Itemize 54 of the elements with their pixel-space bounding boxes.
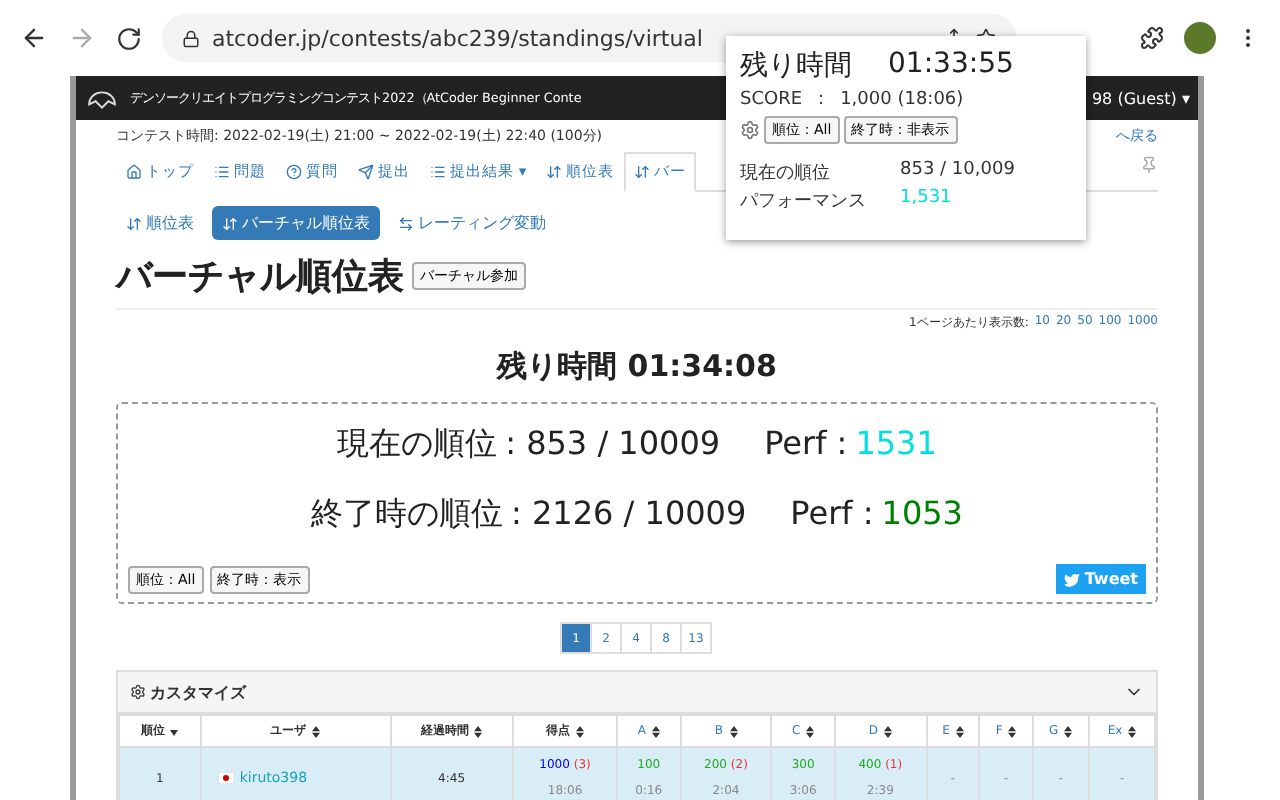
settings-icon[interactable] bbox=[740, 120, 760, 140]
score-value: 1,000 (18:06) bbox=[840, 90, 964, 110]
rank-value: : 2126 / 10009 bbox=[511, 494, 747, 536]
sort-icon bbox=[634, 164, 651, 180]
stat-value: 1,531 bbox=[900, 188, 954, 212]
sort-icon[interactable] bbox=[955, 725, 964, 737]
extensions-icon[interactable] bbox=[1140, 26, 1164, 50]
rank-label: 終了時の順位 bbox=[311, 494, 503, 536]
sub-tab[interactable]: バーチャル順位表 bbox=[212, 206, 380, 240]
sub-tab[interactable]: 順位表 bbox=[116, 206, 204, 240]
send-icon bbox=[358, 164, 374, 180]
tweet-button[interactable]: Tweet bbox=[1056, 564, 1146, 594]
flag-icon bbox=[217, 771, 234, 784]
list-icon bbox=[214, 164, 230, 180]
perf-label: Perf : bbox=[790, 494, 874, 536]
lock-icon bbox=[182, 29, 200, 47]
page-title: バーチャル順位表 bbox=[116, 254, 404, 300]
caret-icon[interactable] bbox=[170, 725, 179, 737]
remaining-time: 残り時間 01:34:08 bbox=[494, 348, 779, 386]
gear-icon bbox=[130, 684, 146, 700]
sort-icon[interactable] bbox=[1008, 725, 1017, 737]
stat-label: パフォーマンス bbox=[740, 190, 868, 214]
perf-value: 1053 bbox=[881, 494, 963, 536]
bird-icon bbox=[1064, 571, 1081, 587]
list-icon bbox=[430, 164, 446, 180]
user-menu[interactable]: 98 (Guest) ▾ bbox=[1091, 89, 1190, 107]
perf-value: 1531 bbox=[855, 424, 937, 466]
score-label: SCORE bbox=[740, 90, 803, 110]
sort-icon[interactable] bbox=[1064, 725, 1073, 737]
stat-value: 853 / 10,009 bbox=[900, 160, 1017, 184]
perf-label: Perf : bbox=[764, 424, 848, 466]
reload-icon[interactable] bbox=[116, 25, 142, 51]
sort-icon bbox=[546, 164, 563, 180]
sort-icon[interactable] bbox=[651, 725, 660, 737]
swap-icon bbox=[398, 215, 414, 231]
stat-label: 現在の順位 bbox=[740, 161, 832, 186]
sort-icon[interactable] bbox=[474, 725, 483, 737]
sort-icon[interactable] bbox=[806, 725, 815, 737]
sort-icon[interactable] bbox=[312, 725, 321, 737]
sort-icon[interactable] bbox=[883, 725, 892, 737]
home-icon bbox=[126, 164, 142, 180]
rank-value: : 853 / 10009 bbox=[505, 424, 721, 466]
sort-icon[interactable] bbox=[729, 725, 738, 737]
sort-icon bbox=[222, 215, 238, 231]
sort-icon bbox=[126, 215, 142, 231]
rank-label: 現在の順位 bbox=[337, 424, 498, 466]
score-separator: : bbox=[818, 90, 825, 110]
profile-avatar[interactable] bbox=[1184, 22, 1216, 54]
sort-icon[interactable] bbox=[576, 725, 585, 737]
sort-icon[interactable] bbox=[1128, 725, 1137, 737]
back-icon[interactable] bbox=[20, 24, 48, 52]
question-icon bbox=[286, 164, 302, 180]
sub-tab[interactable]: レーティング変動 bbox=[388, 206, 556, 240]
customize-panel[interactable]: カスタマイズ bbox=[118, 672, 1156, 714]
